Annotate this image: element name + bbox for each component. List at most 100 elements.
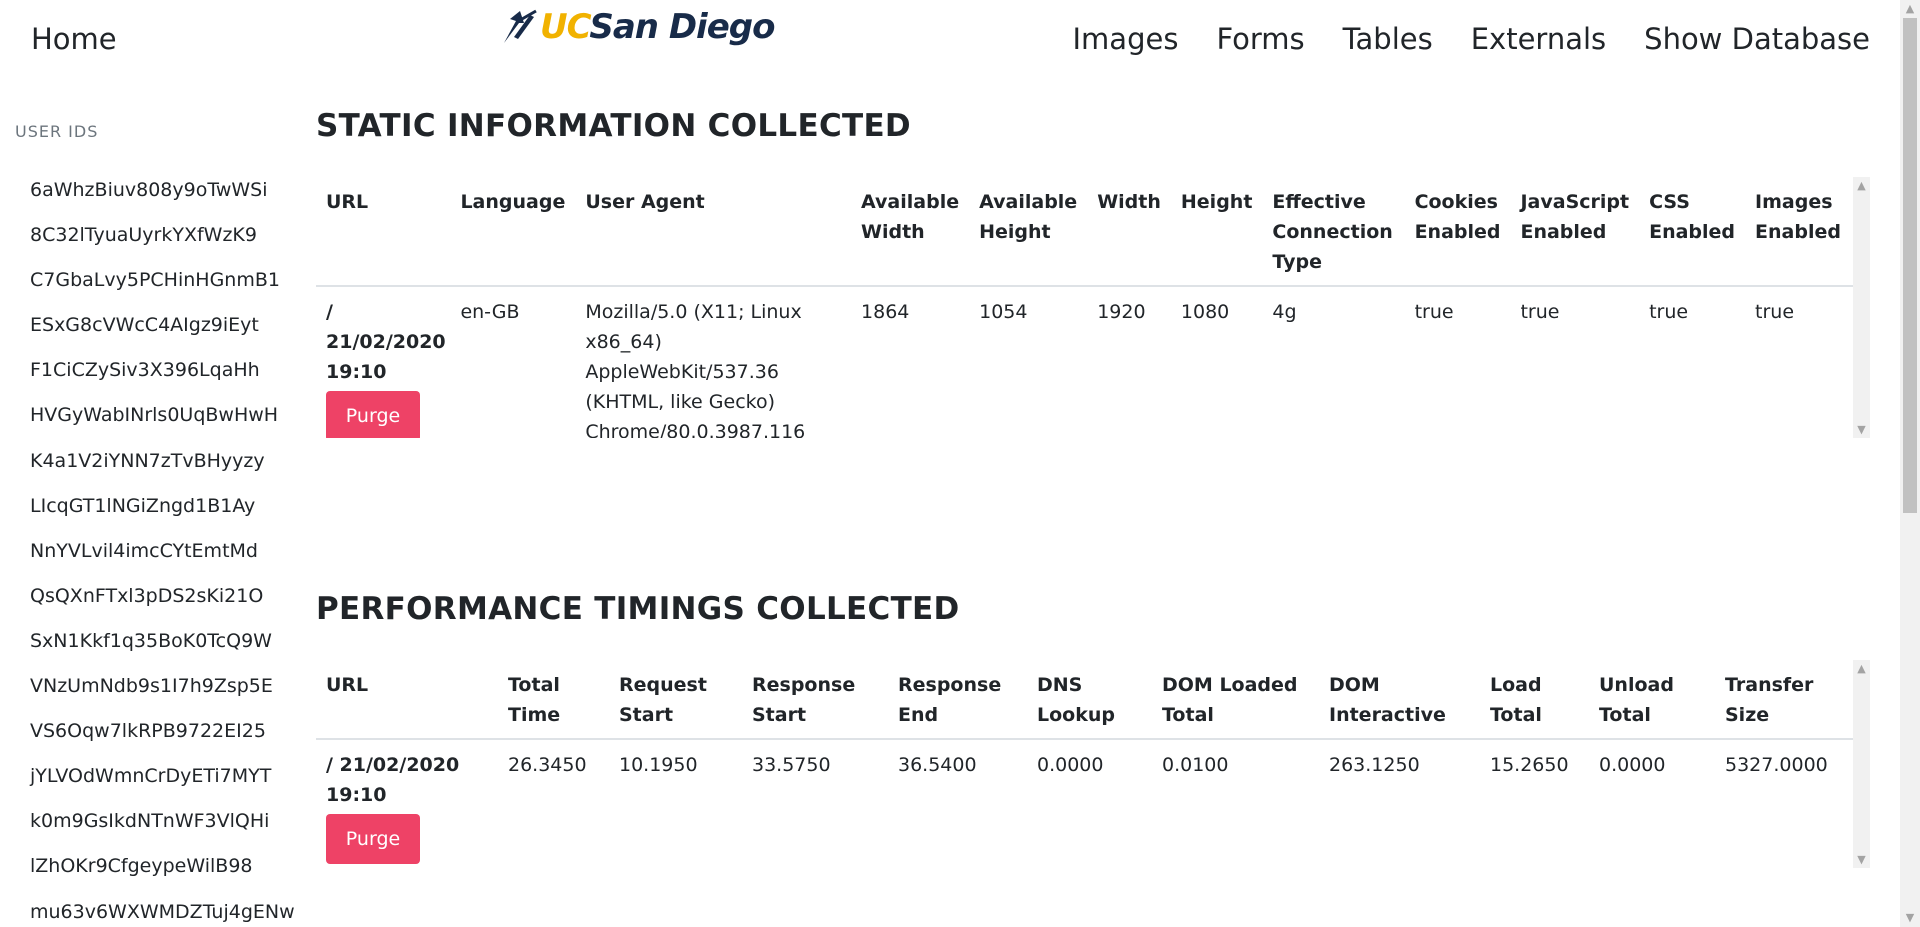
col-header-response-start: Response Start xyxy=(742,660,888,740)
cell-images-enabled: true xyxy=(1755,301,1795,323)
user-id-item[interactable]: SxN1Kkf1q35BoK0TcQ9W xyxy=(30,619,295,664)
cell-width: 1920 xyxy=(1097,301,1146,323)
cell-total-time: 26.3450 xyxy=(508,754,587,776)
table-header-row: URL Total Time Request Start Response St… xyxy=(316,660,1853,740)
cell-load-total: 15.2650 xyxy=(1490,754,1569,776)
url-timestamp: / 21/02/2020 19:10 xyxy=(326,754,460,806)
col-header-total-time: Total Time xyxy=(498,660,609,740)
table-row: / 21/02/2020 19:10 Purge en-GB Mozilla/5… xyxy=(316,286,1853,438)
scroll-up-arrow-icon[interactable]: ▲ xyxy=(1853,177,1870,194)
cell-available-width: 1864 xyxy=(861,301,910,323)
cell-language: en-GB xyxy=(460,301,520,323)
table-scrollbar[interactable]: ▲ ▼ xyxy=(1853,660,1870,868)
user-id-item[interactable]: mu63v6WXWMDZTuj4gENw xyxy=(30,890,295,927)
user-id-item[interactable]: K4a1V2iYNN7zTvBHyyzy xyxy=(30,439,295,484)
logo-wordmark: UCSan Diego xyxy=(540,7,775,47)
user-id-item[interactable]: LIcqGT1lNGiZngd1B1Ay xyxy=(30,484,295,529)
cell-dns-lookup: 0.0000 xyxy=(1037,754,1104,776)
trident-icon xyxy=(504,9,537,43)
table-header-row: URL Language User Agent Available Width … xyxy=(316,177,1853,287)
purge-button[interactable]: Purge xyxy=(326,814,420,864)
user-id-item[interactable]: lZhOKr9CfgeypeWilB98 xyxy=(30,844,295,889)
col-header-user-agent: User Agent xyxy=(575,177,852,287)
cell-url: / 21/02/2020 19:10 Purge xyxy=(316,286,450,438)
user-id-item[interactable]: ESxG8cVWcC4AIgz9iEyt xyxy=(30,303,295,348)
sidebar: USER IDS 6aWhzBiuv808y9oTwWSi 8C32lTyuaU… xyxy=(0,78,300,927)
cell-connection-type: 4g xyxy=(1272,301,1297,323)
col-header-connection-type: Effective Connection Type xyxy=(1262,177,1405,287)
col-header-url: URL xyxy=(316,660,498,740)
user-id-item[interactable]: C7GbaLvy5PCHinHGnmB1 xyxy=(30,258,295,303)
user-id-item[interactable]: jYLVOdWmnCrDyETi7MYT xyxy=(30,754,295,799)
nav-home-link[interactable]: Home xyxy=(31,22,117,56)
col-header-language: Language xyxy=(450,177,576,287)
nav-tables-link[interactable]: Tables xyxy=(1343,22,1433,56)
col-header-css-enabled: CSS Enabled xyxy=(1639,177,1746,287)
col-header-dom-loaded-total: DOM Loaded Total xyxy=(1152,660,1319,740)
user-id-item[interactable]: VS6Oqw7lkRPB9722EI25 xyxy=(30,709,295,754)
sidebar-heading: USER IDS xyxy=(15,122,99,141)
static-info-table: URL Language User Agent Available Width … xyxy=(316,177,1853,438)
purge-button[interactable]: Purge xyxy=(326,391,420,438)
cell-dom-interactive: 263.1250 xyxy=(1329,754,1420,776)
user-id-item[interactable]: QsQXnFTxl3pDS2sKi21O xyxy=(30,574,295,619)
cell-css-enabled: true xyxy=(1649,301,1689,323)
url-timestamp: / 21/02/2020 19:10 xyxy=(326,301,446,383)
col-header-available-width: Available Width xyxy=(851,177,970,287)
page-scrollbar-thumb[interactable] xyxy=(1903,18,1917,513)
col-header-url: URL xyxy=(316,177,451,287)
nav-forms-link[interactable]: Forms xyxy=(1216,22,1304,56)
cell-transfer-size: 5327.0000 xyxy=(1725,754,1828,776)
performance-timings-title: PERFORMANCE TIMINGS COLLECTED xyxy=(316,591,960,627)
user-id-item[interactable]: F1CiCZySiv3X396LqaHh xyxy=(30,348,295,393)
ucsd-logo[interactable]: UCSan Diego xyxy=(500,4,775,50)
table-row: / 21/02/2020 19:10 Purge 26.3450 10.1950… xyxy=(316,739,1853,868)
col-header-width: Width xyxy=(1087,177,1171,287)
cell-user-agent: Mozilla/5.0 (X11; Linux x86_64) AppleWeb… xyxy=(585,301,806,438)
page-scroll-down-arrow-icon[interactable]: ▼ xyxy=(1900,909,1920,927)
performance-table-container[interactable]: URL Total Time Request Start Response St… xyxy=(316,660,1870,868)
static-info-table-container[interactable]: URL Language User Agent Available Width … xyxy=(316,177,1870,438)
cell-available-height: 1054 xyxy=(979,301,1028,323)
nav-externals-link[interactable]: Externals xyxy=(1471,22,1606,56)
col-header-load-total: Load Total xyxy=(1480,660,1589,740)
scroll-down-arrow-icon[interactable]: ▼ xyxy=(1853,851,1870,868)
user-id-item[interactable]: 8C32lTyuaUyrkYXfWzK9 xyxy=(30,213,295,258)
cell-javascript-enabled: true xyxy=(1520,301,1560,323)
nav-images-link[interactable]: Images xyxy=(1073,22,1179,56)
cell-url: / 21/02/2020 19:10 Purge xyxy=(316,739,498,868)
col-header-javascript-enabled: JavaScript Enabled xyxy=(1510,177,1640,287)
user-id-item[interactable]: VNzUmNdb9s1I7h9Zsp5E xyxy=(30,664,295,709)
cell-cookies-enabled: true xyxy=(1414,301,1454,323)
static-info-title: STATIC INFORMATION COLLECTED xyxy=(316,108,911,144)
top-navbar: Home UCSan Diego Images Forms Tables Ext… xyxy=(0,0,1900,78)
user-id-item[interactable]: HVGyWabINrls0UqBwHwH xyxy=(30,393,295,438)
table-scrollbar[interactable]: ▲ ▼ xyxy=(1853,177,1870,438)
cell-response-start: 33.5750 xyxy=(752,754,831,776)
nav-show-database-link[interactable]: Show Database xyxy=(1644,22,1870,56)
user-id-item[interactable]: 6aWhzBiuv808y9oTwWSi xyxy=(30,168,295,213)
page-scroll-up-arrow-icon[interactable]: ▲ xyxy=(1900,0,1920,18)
col-header-transfer-size: Transfer Size xyxy=(1715,660,1853,740)
col-header-images-enabled: Images Enabled xyxy=(1745,177,1853,287)
scroll-down-arrow-icon[interactable]: ▼ xyxy=(1853,421,1870,438)
user-id-item[interactable]: k0m9GsIkdNTnWF3VlQHi xyxy=(30,799,295,844)
col-header-height: Height xyxy=(1170,177,1263,287)
nav-links: Images Forms Tables Externals Show Datab… xyxy=(1073,22,1871,56)
col-header-unload-total: Unload Total xyxy=(1589,660,1715,740)
col-header-response-end: Response End xyxy=(888,660,1027,740)
cell-unload-total: 0.0000 xyxy=(1599,754,1666,776)
cell-response-end: 36.5400 xyxy=(898,754,977,776)
col-header-cookies-enabled: Cookies Enabled xyxy=(1404,177,1511,287)
cell-height: 1080 xyxy=(1180,301,1230,323)
cell-dom-loaded-total: 0.0100 xyxy=(1162,754,1229,776)
page-scrollbar[interactable]: ▲ ▼ xyxy=(1900,0,1920,927)
scroll-up-arrow-icon[interactable]: ▲ xyxy=(1853,660,1870,677)
col-header-dns-lookup: DNS Lookup xyxy=(1027,660,1152,740)
user-id-item[interactable]: NnYVLvil4imcCYtEmtMd xyxy=(30,529,295,574)
main-content: STATIC INFORMATION COLLECTED URL Languag… xyxy=(316,78,1870,927)
user-id-list: 6aWhzBiuv808y9oTwWSi 8C32lTyuaUyrkYXfWzK… xyxy=(30,168,295,927)
col-header-available-height: Available Height xyxy=(969,177,1088,287)
performance-table: URL Total Time Request Start Response St… xyxy=(316,660,1853,868)
col-header-request-start: Request Start xyxy=(609,660,742,740)
